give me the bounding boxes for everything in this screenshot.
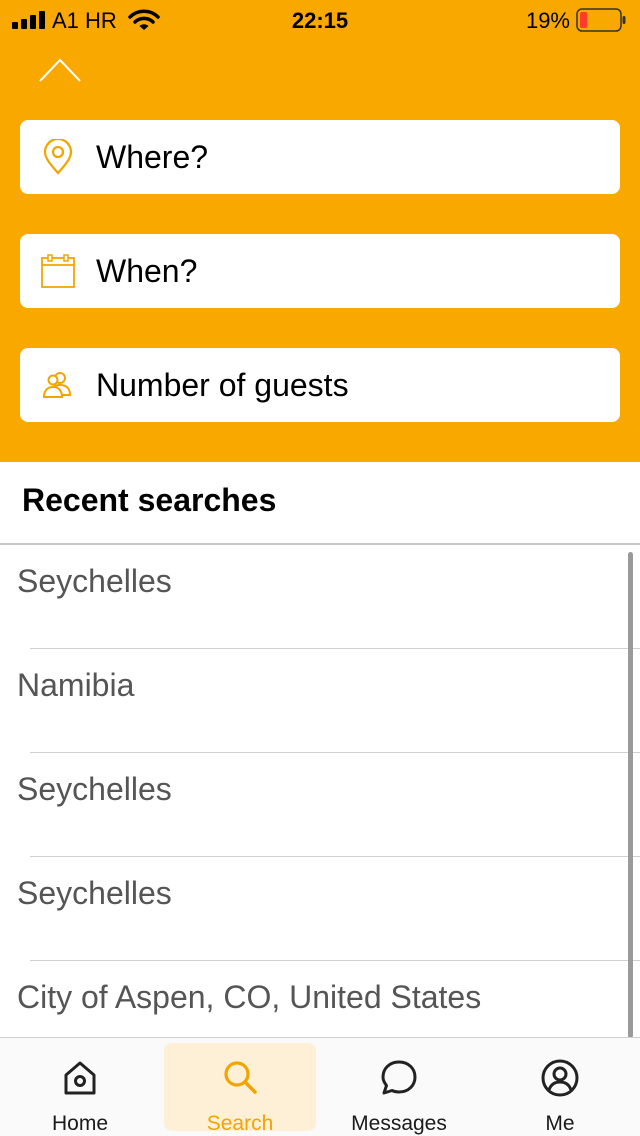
- list-item-label: Seychelles: [17, 771, 172, 807]
- list-item[interactable]: City of Aspen, CO, United States: [0, 961, 640, 1037]
- guests-field[interactable]: Number of guests: [20, 348, 620, 422]
- where-label: Where?: [96, 139, 209, 175]
- when-field[interactable]: When?: [20, 234, 620, 308]
- list-item-label: Seychelles: [17, 875, 172, 911]
- chat-bubble-icon: [381, 1060, 417, 1095]
- chevron-up-icon[interactable]: [38, 56, 82, 84]
- location-pin-icon: [43, 139, 73, 175]
- calendar-icon: [41, 254, 75, 288]
- tab-home-label: Home: [51, 1112, 109, 1135]
- list-item-label: City of Aspen, CO, United States: [17, 979, 482, 1015]
- list-item[interactable]: Seychelles: [0, 545, 640, 649]
- home-icon: [64, 1061, 96, 1095]
- tab-home[interactable]: Home: [4, 1038, 156, 1136]
- scrollbar[interactable]: [628, 552, 633, 1038]
- search-icon: [224, 1061, 257, 1094]
- tab-bar: Home Search Messages Me: [0, 1037, 640, 1136]
- guests-label: Number of guests: [96, 367, 349, 403]
- battery-icon: [576, 8, 626, 32]
- list-item-label: Namibia: [17, 667, 135, 703]
- list-item[interactable]: Seychelles: [0, 753, 640, 857]
- when-label: When?: [96, 253, 198, 289]
- tab-search-label: Search: [206, 1112, 274, 1135]
- recent-searches-title: Recent searches: [22, 482, 277, 518]
- guests-icon: [42, 372, 72, 398]
- tab-messages[interactable]: Messages: [323, 1038, 475, 1136]
- tab-me[interactable]: Me: [484, 1038, 636, 1136]
- battery-percent: 19%: [525, 8, 570, 33]
- recent-searches-list[interactable]: Seychelles Namibia Seychelles Seychelles…: [0, 545, 640, 1037]
- list-item-label: Seychelles: [17, 563, 172, 599]
- list-item[interactable]: Namibia: [0, 649, 640, 753]
- status-bar: A1 HR 22:15 19%: [0, 0, 640, 40]
- profile-icon: [541, 1059, 579, 1097]
- tab-search[interactable]: Search: [164, 1038, 316, 1136]
- search-header: A1 HR 22:15 19% Where? When? Number of g…: [0, 0, 640, 462]
- where-field[interactable]: Where?: [20, 120, 620, 194]
- tab-messages-label: Messages: [351, 1112, 447, 1135]
- tab-me-label: Me: [545, 1112, 575, 1135]
- list-item[interactable]: Seychelles: [0, 857, 640, 961]
